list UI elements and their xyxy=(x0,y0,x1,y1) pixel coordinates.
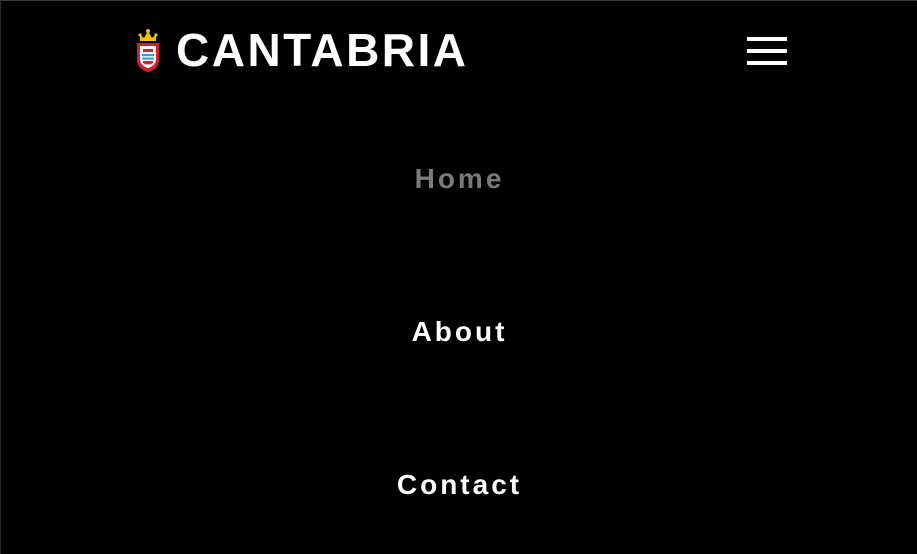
hamburger-menu-button[interactable] xyxy=(747,37,787,67)
page: CANTABRIA Home About Contact xyxy=(0,0,917,554)
nav-item-home[interactable]: Home xyxy=(1,162,917,196)
nav-item-contact[interactable]: Contact xyxy=(1,468,917,502)
nav-item-about[interactable]: About xyxy=(1,315,917,349)
hamburger-menu-icon xyxy=(747,37,787,41)
hamburger-menu-icon xyxy=(747,49,787,53)
site-header: CANTABRIA xyxy=(1,1,917,101)
brand-name: CANTABRIA xyxy=(176,24,469,76)
hamburger-menu-icon xyxy=(747,61,787,65)
brand-logo-link[interactable]: CANTABRIA xyxy=(134,23,469,77)
cantabria-crest-icon xyxy=(137,29,159,72)
